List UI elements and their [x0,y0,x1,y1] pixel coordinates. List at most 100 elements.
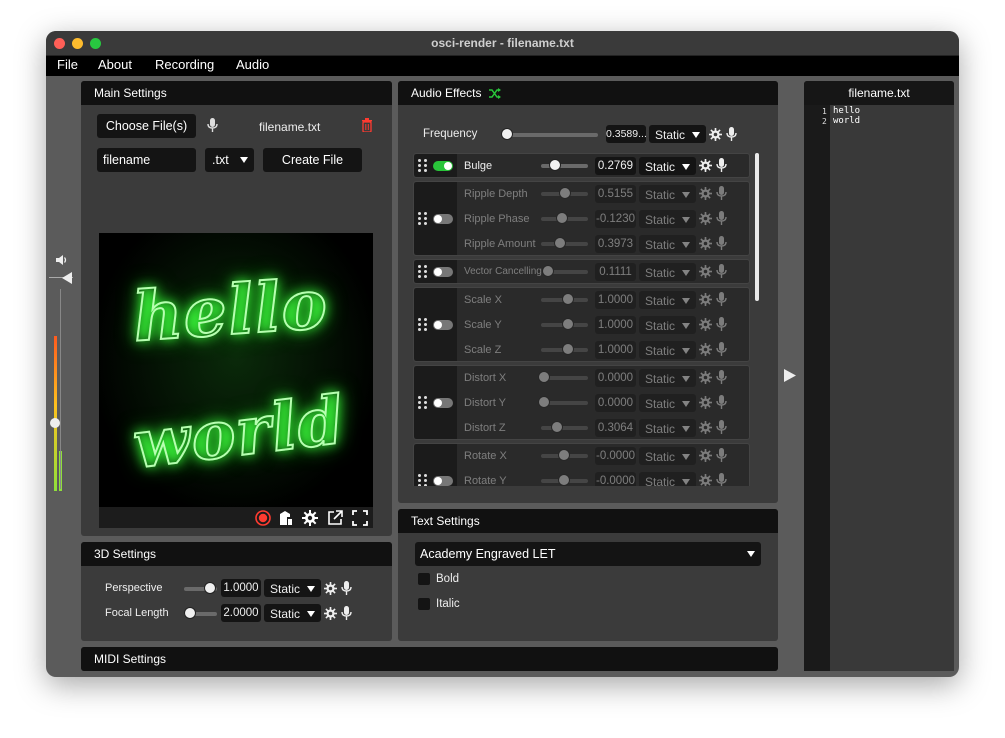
distort-z-value[interactable]: 0.3064 [595,419,636,437]
menu-audio[interactable]: Audio [236,57,269,72]
effects-list[interactable]: Bulge 0.2769 Static Ripple Depth 0.5155 … [398,151,768,486]
mic-icon[interactable] [716,342,727,357]
shuffle-icon[interactable] [488,88,501,99]
distort-y-value[interactable]: 0.0000 [595,394,636,412]
mic-icon[interactable] [207,118,218,133]
scale-y-value[interactable]: 1.0000 [595,316,636,334]
scale-x-slider-knob[interactable] [562,293,574,305]
menu-recording[interactable]: Recording [155,57,214,72]
code-line[interactable]: hello [833,106,860,116]
vector-cancelling-value[interactable]: 0.1111 [595,263,636,281]
mic-icon[interactable] [716,395,727,410]
ripple-amount-mode-select[interactable]: Static [639,235,696,253]
distort-y-mode-select[interactable]: Static [639,394,696,412]
mic-icon[interactable] [716,370,727,385]
distort-z-slider-track[interactable] [541,426,588,430]
gear-icon[interactable] [699,237,712,250]
drag-handle[interactable] [414,288,457,361]
italic-checkbox[interactable] [418,598,430,610]
gear-icon[interactable] [699,371,712,384]
distort-x-mode-select[interactable]: Static [639,369,696,387]
scale-y-mode-select[interactable]: Static [639,316,696,334]
drag-handle[interactable] [414,260,457,283]
mic-icon[interactable] [716,292,727,307]
ripple-phase-value[interactable]: -0.1230 [595,210,636,228]
rotate-x-value[interactable]: -0.0000 [595,447,636,465]
scale-toggle[interactable] [433,320,453,330]
midi-settings-panel[interactable]: MIDI Settings [81,647,778,671]
vector-cancelling-toggle[interactable] [433,267,453,277]
volume-slider-track[interactable] [60,289,61,489]
bulge-value[interactable]: 0.2769 [595,157,636,175]
gear-icon[interactable] [699,159,712,172]
scale-x-mode-select[interactable]: Static [639,291,696,309]
distort-z-mode-select[interactable]: Static [639,419,696,437]
mic-icon[interactable] [716,158,727,173]
rotate-toggle[interactable] [433,476,453,486]
ripple-amount-value[interactable]: 0.3973 [595,235,636,253]
gear-icon[interactable] [699,396,712,409]
choose-files-button[interactable]: Choose File(s) [97,114,196,138]
mic-icon[interactable] [716,264,727,279]
rotate-y-slider-knob[interactable] [558,474,570,486]
expand-arrow-icon[interactable] [784,369,796,382]
vector-cancelling-slider-knob[interactable] [542,265,554,277]
rotate-y-mode-select[interactable]: Static [639,472,696,486]
frequency-slider-knob[interactable] [501,128,513,140]
create-file-button[interactable]: Create File [263,148,362,172]
bulge-mode-select[interactable]: Static [639,157,696,175]
gear-icon[interactable] [699,474,712,486]
gear-icon[interactable] [699,265,712,278]
drag-handle[interactable] [414,182,457,255]
scale-z-slider-knob[interactable] [562,343,574,355]
fullscreen-icon[interactable] [352,510,368,526]
volume-slider-knob[interactable] [50,418,60,428]
distort-x-value[interactable]: 0.0000 [595,369,636,387]
mic-icon[interactable] [726,127,737,142]
font-select[interactable]: Academy Engraved LET [415,542,761,566]
ripple-depth-slider-knob[interactable] [559,187,571,199]
scale-y-slider-knob[interactable] [562,318,574,330]
popout-icon[interactable] [327,510,343,526]
effects-scrollbar[interactable] [755,153,759,301]
mic-icon[interactable] [716,420,727,435]
menu-about[interactable]: About [98,57,132,72]
perspective-value[interactable]: 1.0000 [221,579,261,597]
vector-cancelling-mode-select[interactable]: Static [639,263,696,281]
mic-icon[interactable] [716,317,727,332]
focal-length-value[interactable]: 2.0000 [221,604,261,622]
ripple-depth-value[interactable]: 0.5155 [595,185,636,203]
frequency-mode-select[interactable]: Static [649,125,706,143]
distort-z-slider-knob[interactable] [551,421,563,433]
oscilloscope-visualiser[interactable]: hello world [99,233,373,528]
rotate-x-slider-knob[interactable] [558,449,570,461]
focal-length-slider-knob[interactable] [184,607,196,619]
shader-icon[interactable] [278,510,294,526]
threshold-arrow-icon[interactable] [60,272,72,284]
gear-icon[interactable] [699,187,712,200]
rotate-y-value[interactable]: -0.0000 [595,472,636,486]
mic-icon[interactable] [341,606,352,621]
scale-x-value[interactable]: 1.0000 [595,291,636,309]
menu-file[interactable]: File [57,57,78,72]
delete-icon[interactable] [361,118,373,132]
drag-handle[interactable] [414,366,457,439]
scale-z-mode-select[interactable]: Static [639,341,696,359]
code-text-area[interactable] [830,105,954,671]
gear-icon[interactable] [699,449,712,462]
rotate-x-mode-select[interactable]: Static [639,447,696,465]
record-icon[interactable] [255,510,271,526]
extension-select[interactable]: .txt [205,148,254,172]
gear-icon[interactable] [324,582,337,595]
gear-icon[interactable] [699,212,712,225]
bold-checkbox[interactable] [418,573,430,585]
frequency-value[interactable]: 0.3589... [606,125,647,143]
filename-input[interactable]: filename [97,148,196,172]
gear-icon[interactable] [699,343,712,356]
perspective-mode-select[interactable]: Static [264,579,321,597]
gear-icon[interactable] [699,318,712,331]
mic-icon[interactable] [716,186,727,201]
ripple-phase-slider-knob[interactable] [556,212,568,224]
gear-icon[interactable] [302,510,318,526]
mic-icon[interactable] [716,236,727,251]
